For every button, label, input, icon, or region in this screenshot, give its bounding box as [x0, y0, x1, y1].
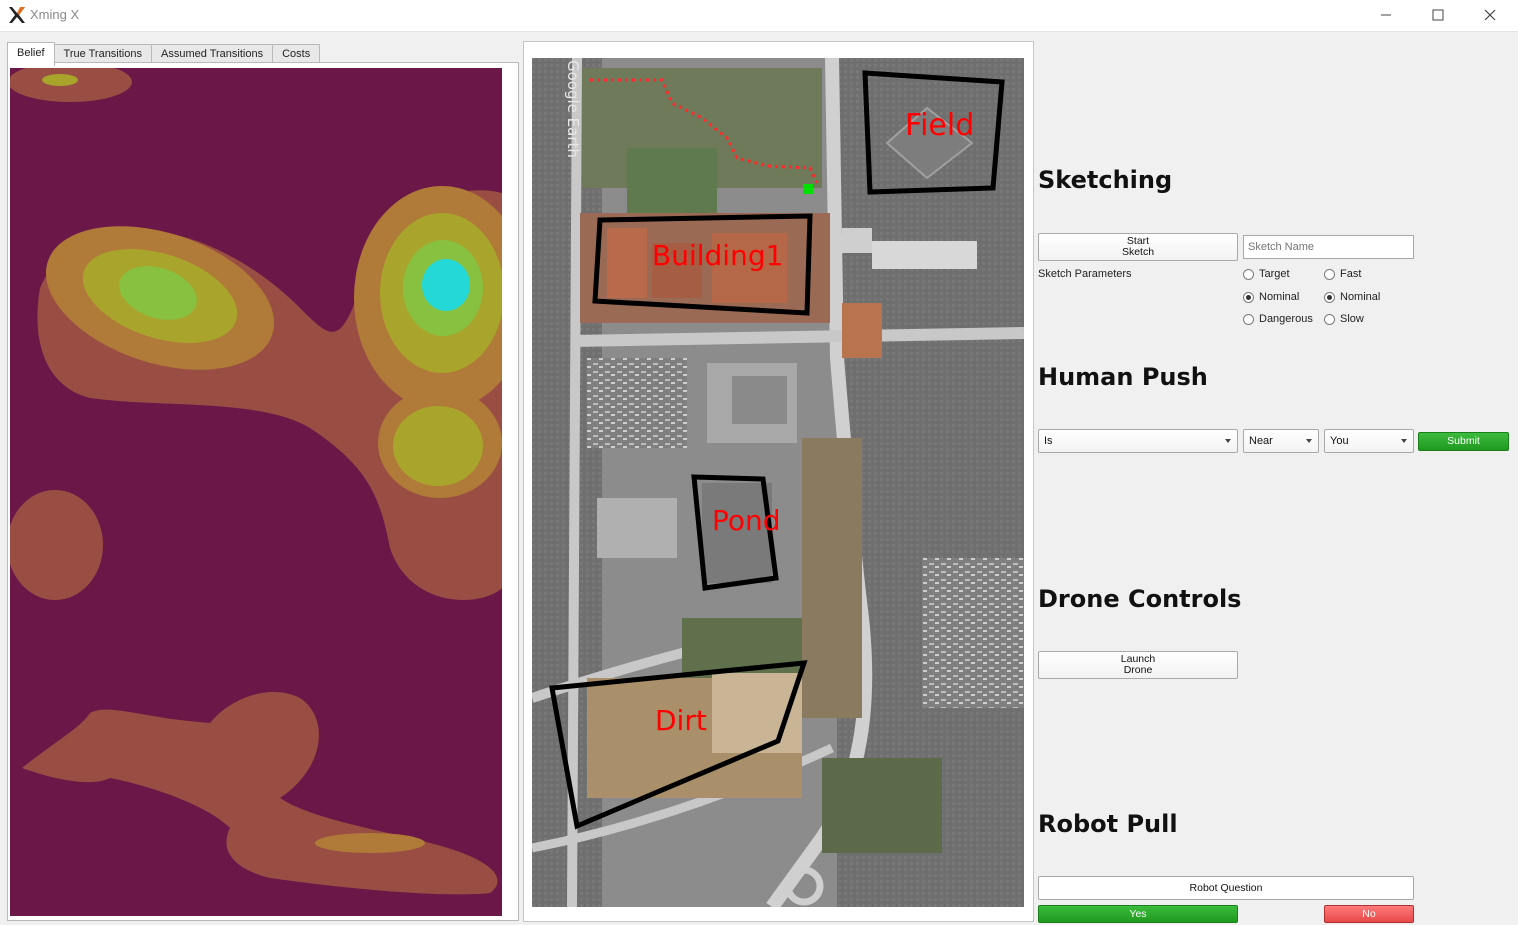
push-relation-select[interactable]: Near — [1243, 429, 1319, 453]
tab-true-transitions[interactable]: True Transitions — [53, 44, 152, 64]
map-patch-orange — [842, 303, 882, 358]
robot-marker — [803, 184, 813, 194]
radio-nominal-speed-label: Nominal — [1340, 291, 1381, 303]
map-panel: Field Building1 Pond Dirt Google Earth — [523, 41, 1034, 922]
radio-target-label: Target — [1259, 268, 1290, 280]
map-watermark: Google Earth — [564, 60, 582, 158]
region-label-field: Field — [905, 108, 974, 143]
radio-fast[interactable]: Fast — [1324, 268, 1361, 280]
chevron-down-icon — [1225, 439, 1231, 443]
launch-drone-label-2: Drone — [1123, 664, 1153, 676]
map-patch-vegetation — [802, 438, 862, 718]
start-sketch-button[interactable]: Start Sketch — [1038, 233, 1238, 261]
map-building — [597, 498, 677, 558]
belief-ring3-lower — [393, 406, 483, 486]
radio-nominal-type-dot — [1243, 291, 1254, 303]
region-label-building1: Building1 — [652, 239, 783, 272]
push-relation-value: Near — [1249, 435, 1273, 447]
maximize-button[interactable] — [1412, 0, 1464, 30]
radio-target-dot — [1243, 268, 1254, 280]
submit-button[interactable]: Submit — [1418, 432, 1509, 451]
map-building — [732, 376, 787, 424]
belief-ring3-top — [42, 74, 78, 86]
belief-ring2-bottom — [315, 833, 425, 853]
radio-slow-label: Slow — [1340, 313, 1364, 325]
map-patch-lawn — [627, 148, 717, 213]
drone-controls-title: Drone Controls — [1038, 585, 1242, 613]
radio-nominal-type[interactable]: Nominal — [1243, 291, 1299, 303]
map-patch-roofs — [607, 228, 647, 298]
submit-label: Submit — [1447, 435, 1480, 447]
close-button[interactable] — [1464, 0, 1516, 30]
tab-bar: Belief True Transitions Assumed Transiti… — [7, 42, 321, 66]
map-patch-green — [822, 758, 942, 853]
radio-target[interactable]: Target — [1243, 268, 1290, 280]
push-subject-select[interactable]: Is — [1038, 429, 1238, 453]
sketch-parameters-label: Sketch Parameters — [1038, 268, 1132, 280]
belief-tab-pane — [7, 62, 519, 921]
xming-x-logo-icon — [9, 7, 25, 23]
radio-slow-dot — [1324, 313, 1335, 325]
maximize-icon — [1432, 9, 1444, 21]
radio-dangerous-label: Dangerous — [1259, 313, 1313, 325]
start-sketch-label-2: Sketch — [1121, 246, 1155, 258]
sketching-title: Sketching — [1038, 166, 1173, 194]
road-horizontal — [571, 327, 1024, 347]
radio-nominal-speed-dot — [1324, 291, 1335, 303]
chevron-down-icon — [1401, 439, 1407, 443]
radio-fast-dot — [1324, 268, 1335, 280]
no-label: No — [1362, 907, 1376, 920]
belief-peak — [422, 259, 470, 311]
minimize-button[interactable] — [1360, 0, 1412, 30]
sketch-name-input[interactable] — [1243, 235, 1414, 259]
radio-dangerous[interactable]: Dangerous — [1243, 313, 1313, 325]
push-object-value: You — [1330, 435, 1349, 447]
belief-blob-left — [10, 490, 103, 600]
yes-button[interactable]: Yes — [1038, 905, 1238, 923]
tab-costs[interactable]: Costs — [272, 44, 321, 64]
push-object-select[interactable]: You — [1324, 429, 1414, 453]
tab-assumed-transitions[interactable]: Assumed Transitions — [151, 44, 274, 64]
chevron-down-icon — [1306, 439, 1312, 443]
radio-fast-label: Fast — [1340, 268, 1362, 280]
window-title: Xming X — [30, 7, 80, 22]
minimize-icon — [1381, 14, 1391, 16]
robot-question-text: Robot Question — [1189, 881, 1263, 894]
robot-question-display: Robot Question — [1038, 876, 1414, 900]
close-icon — [1484, 9, 1496, 21]
road-left-vertical — [567, 58, 582, 907]
region-label-dirt: Dirt — [655, 704, 707, 737]
parking-lot — [587, 358, 687, 448]
no-button[interactable]: No — [1324, 905, 1414, 923]
yes-label: Yes — [1129, 907, 1147, 920]
radio-nominal-type-label: Nominal — [1259, 291, 1300, 303]
map-building — [842, 228, 872, 253]
tab-belief[interactable]: Belief — [7, 42, 55, 66]
radio-dangerous-dot — [1243, 313, 1254, 325]
human-push-title: Human Push — [1038, 363, 1208, 391]
belief-heatmap — [10, 68, 502, 916]
region-label-pond: Pond — [712, 504, 781, 537]
radio-slow[interactable]: Slow — [1324, 313, 1364, 325]
robot-pull-title: Robot Pull — [1038, 810, 1178, 838]
push-subject-value: Is — [1044, 435, 1053, 447]
launch-drone-button[interactable]: Launch Drone — [1038, 651, 1238, 679]
map-building — [872, 241, 977, 269]
aerial-map[interactable]: Field Building1 Pond Dirt Google Earth — [532, 58, 1024, 907]
parking-lot — [922, 558, 1024, 708]
radio-nominal-speed[interactable]: Nominal — [1324, 291, 1380, 303]
title-bar: Xming X — [0, 0, 1518, 32]
